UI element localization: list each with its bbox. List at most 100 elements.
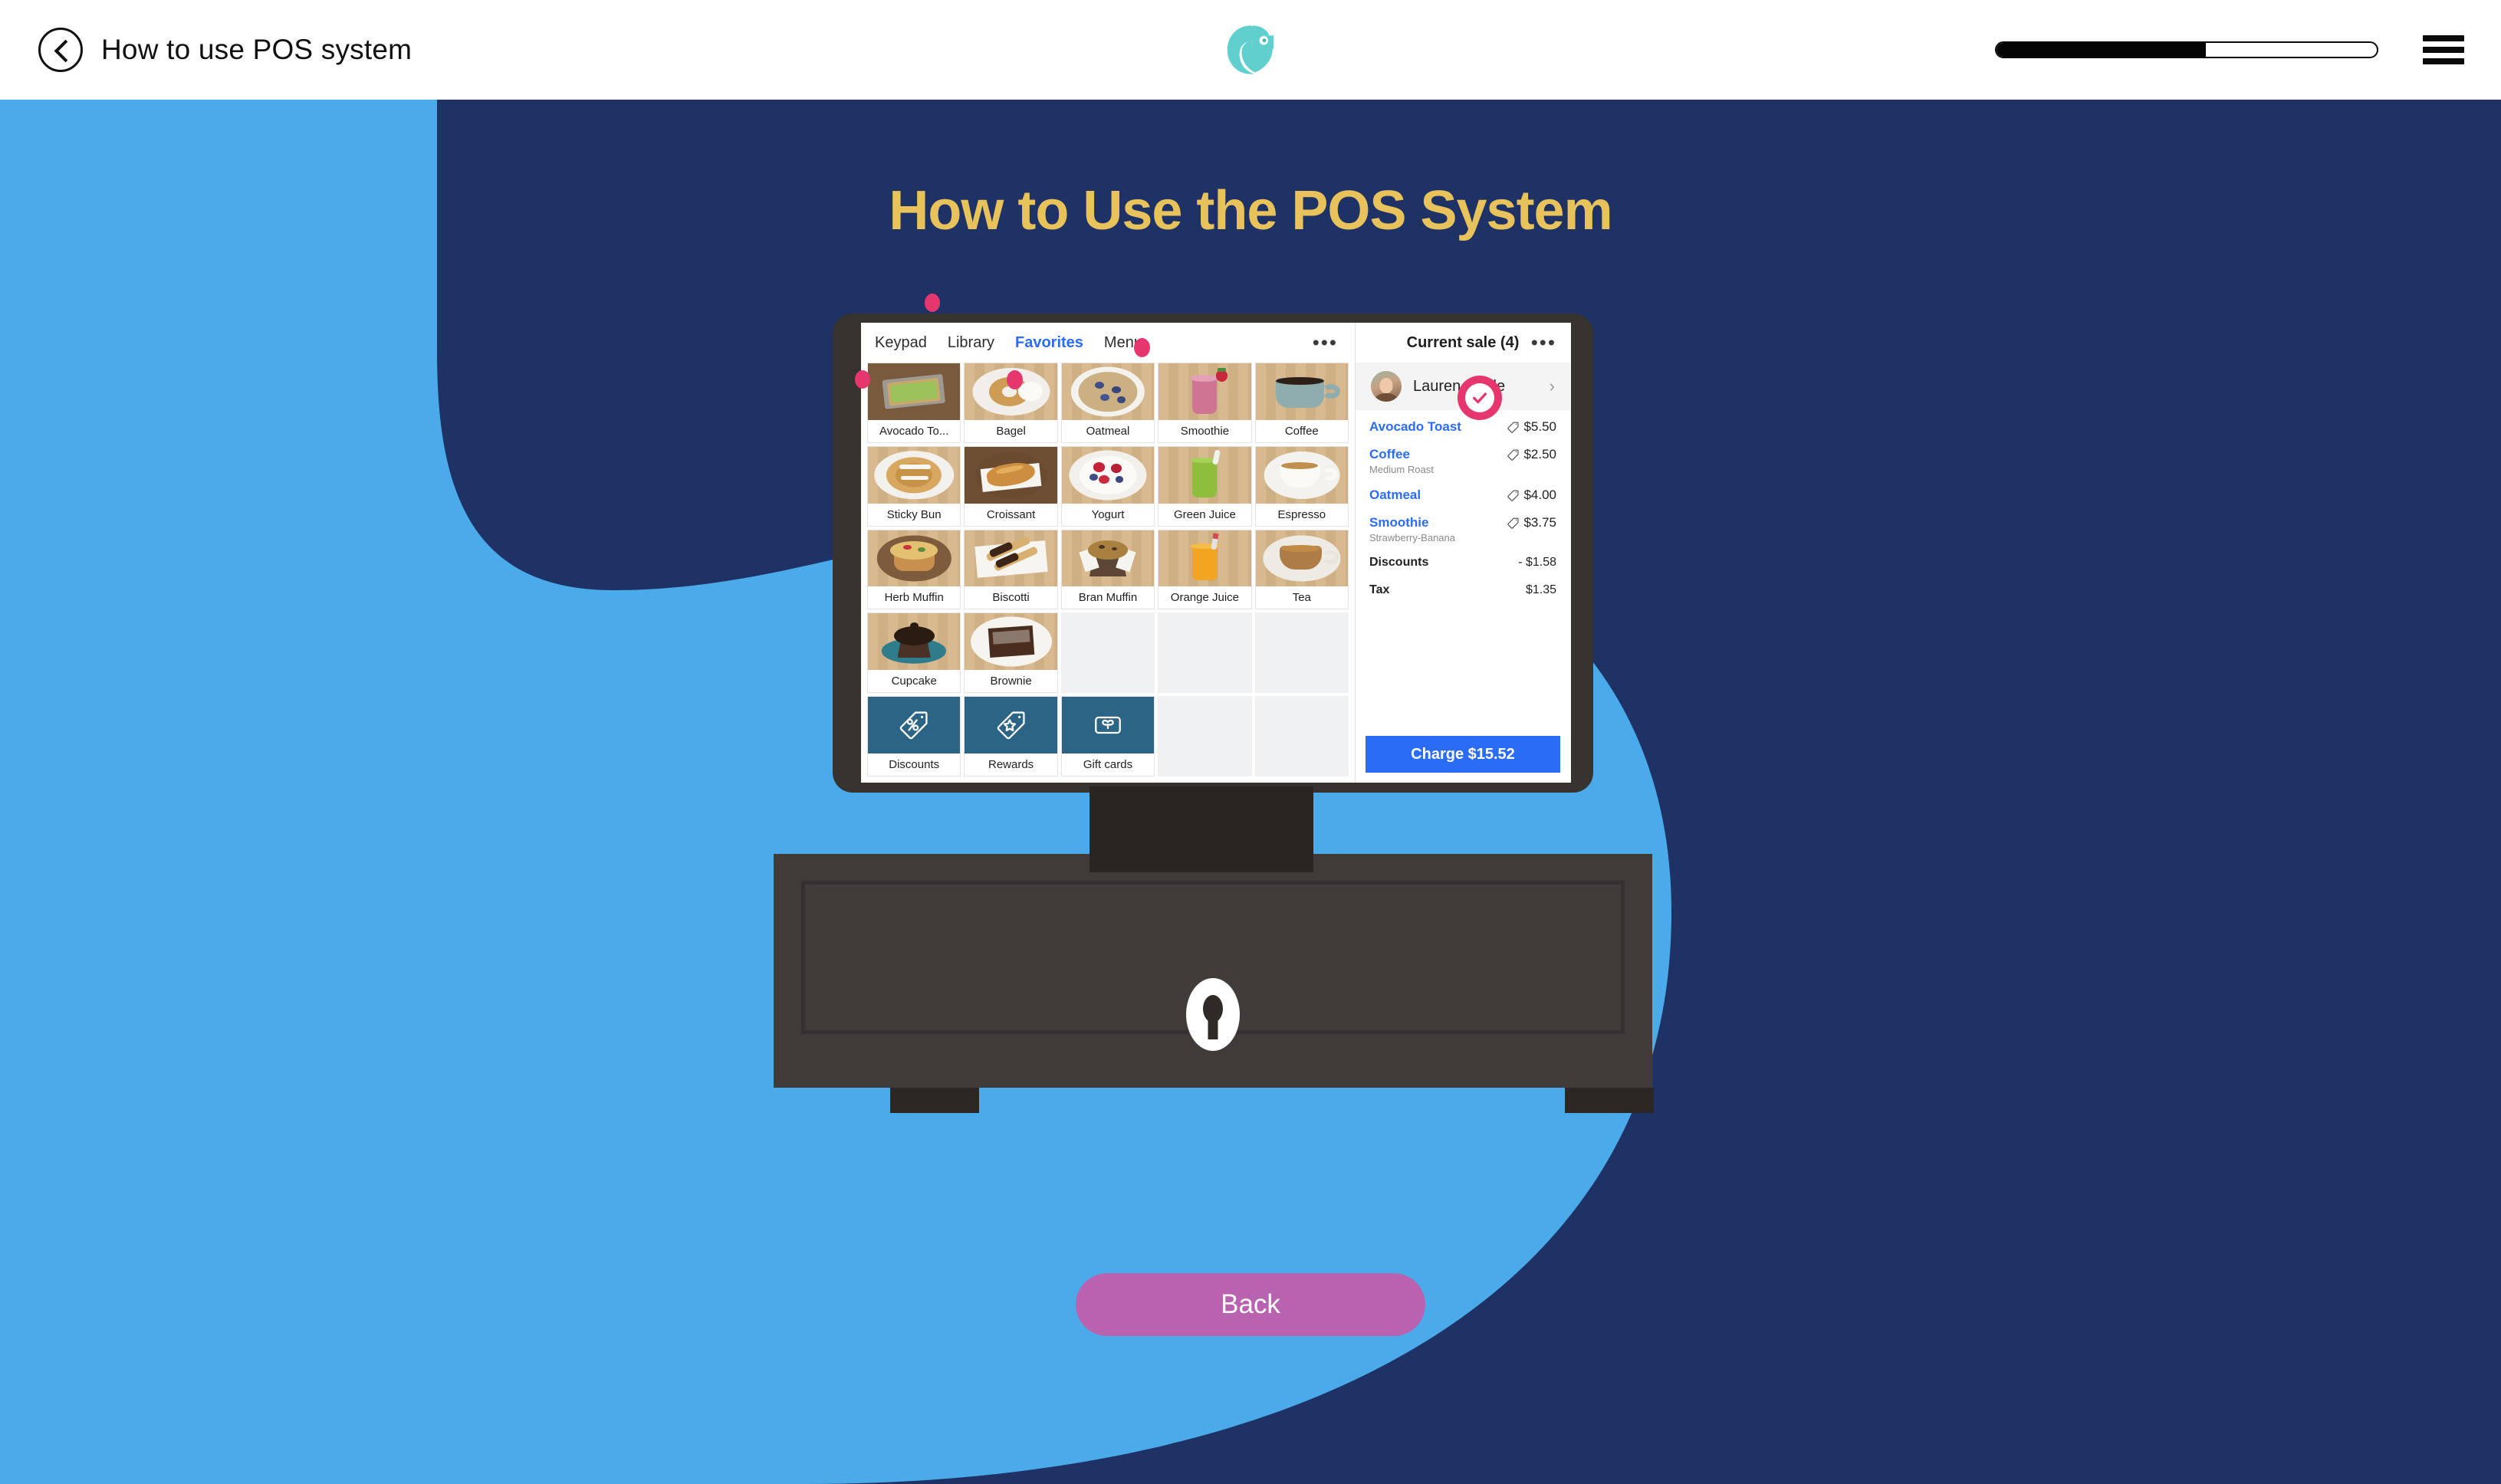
tab-favorites[interactable]: Favorites	[1015, 334, 1083, 352]
tile-label: Cupcake	[868, 670, 961, 693]
tile-yogurt[interactable]: Yogurt	[1060, 445, 1155, 527]
line-item-price-group: $4.00	[1507, 488, 1556, 503]
sale-line-item[interactable]: Smoothie $3.75 Strawberry-Banana	[1369, 515, 1556, 543]
tile-empty	[1254, 612, 1349, 694]
price-tag-icon	[1507, 449, 1519, 461]
pos-catalog-panel: Keypad Library Favorites Menu ••• Avocad…	[861, 323, 1356, 783]
line-item-name: Avocado Toast	[1369, 419, 1461, 434]
tile-bran-muffin[interactable]: Bran Muffin	[1060, 529, 1155, 610]
chevron-right-icon[interactable]: ›	[1550, 376, 1555, 396]
tile-espresso[interactable]: Espresso	[1254, 445, 1349, 527]
line-item-price: $5.50	[1523, 419, 1556, 434]
tile-image-brownie	[965, 613, 1057, 671]
tile-orange-juice[interactable]: Orange Juice	[1158, 529, 1252, 610]
tile-avocado-toast[interactable]: Avocado To...	[867, 363, 961, 443]
line-item-modifier: Strawberry-Banana	[1369, 532, 1455, 543]
percent-tag-icon	[868, 697, 961, 753]
tile-label: Gift cards	[1061, 753, 1155, 776]
tab-library[interactable]: Library	[948, 334, 994, 352]
tile-cupcake[interactable]: Cupcake	[867, 612, 961, 694]
overflow-menu-icon[interactable]: •••	[1531, 333, 1556, 353]
tile-image-espresso	[1255, 446, 1348, 504]
tile-label: Tea	[1255, 586, 1348, 609]
tile-empty	[1060, 612, 1155, 694]
sale-line-items: Avocado Toast $5.50 Coffee $2.50 Medium Ro…	[1356, 410, 1570, 728]
tile-coffee[interactable]: Coffee	[1254, 363, 1349, 443]
tile-image-smoothie	[1158, 363, 1251, 420]
favorites-tile-grid: Avocado To... Bagel Oatmeal Smoothie Cof…	[861, 363, 1355, 783]
price-tag-icon	[1507, 422, 1519, 433]
tile-label: Smoothie	[1158, 419, 1251, 442]
tile-image-avocado-toast	[868, 363, 961, 420]
tile-smoothie[interactable]: Smoothie	[1158, 363, 1252, 443]
tile-label: Croissant	[965, 503, 1057, 526]
page-breadcrumb-title: How to use POS system	[101, 34, 412, 65]
tile-empty	[1254, 696, 1349, 776]
tile-label: Oatmeal	[1061, 419, 1155, 442]
current-sale-title: Current sale (4)	[1406, 333, 1520, 351]
tab-keypad[interactable]: Keypad	[875, 334, 927, 352]
charge-button-container: Charge $15.52	[1356, 728, 1570, 783]
cash-drawer-face	[801, 881, 1625, 1051]
pos-tab-bar: Keypad Library Favorites Menu •••	[861, 323, 1355, 363]
tile-gift-cards[interactable]: Gift cards	[1060, 696, 1155, 776]
line-item-price: $2.50	[1523, 447, 1556, 461]
line-item-price: $4.00	[1523, 488, 1556, 502]
sale-line-item[interactable]: Oatmeal $4.00	[1369, 488, 1556, 503]
tile-label: Yogurt	[1061, 503, 1155, 526]
tile-discounts[interactable]: Discounts	[867, 696, 961, 776]
back-button[interactable]: Back	[1076, 1273, 1425, 1336]
tile-image-bagel	[965, 363, 1057, 420]
tile-image-biscotti	[965, 530, 1057, 587]
tile-bagel[interactable]: Bagel	[964, 363, 1058, 443]
cash-drawer	[774, 854, 1652, 1088]
line-item-price: $3.75	[1523, 515, 1556, 530]
charge-button[interactable]: Charge $15.52	[1366, 736, 1560, 773]
current-sale-header: Current sale (4) •••	[1356, 323, 1570, 363]
total-value: $1.35	[1525, 583, 1556, 596]
tile-image-yogurt	[1061, 446, 1155, 504]
tile-label: Rewards	[965, 753, 1057, 776]
tile-biscotti[interactable]: Biscotti	[964, 529, 1058, 610]
line-item-top: Oatmeal $4.00	[1369, 488, 1556, 503]
cash-drawer-foot	[1565, 1088, 1654, 1113]
tile-label: Herb Muffin	[868, 586, 961, 609]
back-navigation[interactable]: How to use POS system	[38, 0, 412, 100]
top-bar: How to use POS system	[0, 0, 2501, 100]
sale-line-item[interactable]: Coffee $2.50 Medium Roast	[1369, 447, 1556, 475]
chevron-left-icon[interactable]	[38, 28, 83, 72]
line-item-name: Oatmeal	[1369, 488, 1421, 502]
tile-image-bran-muffin	[1061, 530, 1155, 587]
tile-sticky-bun[interactable]: Sticky Bun	[867, 445, 961, 527]
progress-track	[1995, 41, 2378, 58]
tile-green-juice[interactable]: Green Juice	[1158, 445, 1252, 527]
page-title: How to Use the POS System	[889, 180, 1612, 241]
tile-label: Coffee	[1255, 419, 1348, 442]
tile-oatmeal[interactable]: Oatmeal	[1060, 363, 1155, 443]
tab-menu[interactable]: Menu	[1104, 334, 1142, 352]
total-label: Tax	[1369, 583, 1390, 596]
hamburger-bar	[2423, 35, 2464, 41]
line-item-price-group: $5.50	[1507, 419, 1556, 435]
tile-tea[interactable]: Tea	[1254, 529, 1349, 610]
tile-rewards[interactable]: Rewards	[964, 696, 1058, 776]
cash-drawer-foot	[890, 1088, 979, 1113]
tile-label: Sticky Bun	[868, 503, 961, 526]
tile-herb-muffin[interactable]: Herb Muffin	[867, 529, 961, 610]
sale-line-item[interactable]: Avocado Toast $5.50	[1369, 419, 1556, 435]
hamburger-menu-icon[interactable]	[2423, 35, 2464, 64]
lesson-progress-bar	[1995, 41, 2378, 58]
tile-image-herb-muffin	[868, 530, 961, 587]
overflow-menu-icon[interactable]: •••	[1313, 333, 1338, 353]
customer-avatar	[1371, 371, 1402, 402]
tile-empty	[1158, 612, 1252, 694]
line-item-name: Coffee	[1369, 447, 1410, 461]
tile-croissant[interactable]: Croissant	[964, 445, 1058, 527]
tile-brownie[interactable]: Brownie	[964, 612, 1058, 694]
check-badge-inner	[1465, 383, 1494, 412]
check-icon	[1473, 392, 1487, 404]
sale-total-row: Discounts - $1.58	[1369, 556, 1556, 570]
tile-empty	[1158, 696, 1252, 776]
total-value: - $1.58	[1518, 556, 1556, 569]
keyhole-icon	[1186, 978, 1240, 1051]
